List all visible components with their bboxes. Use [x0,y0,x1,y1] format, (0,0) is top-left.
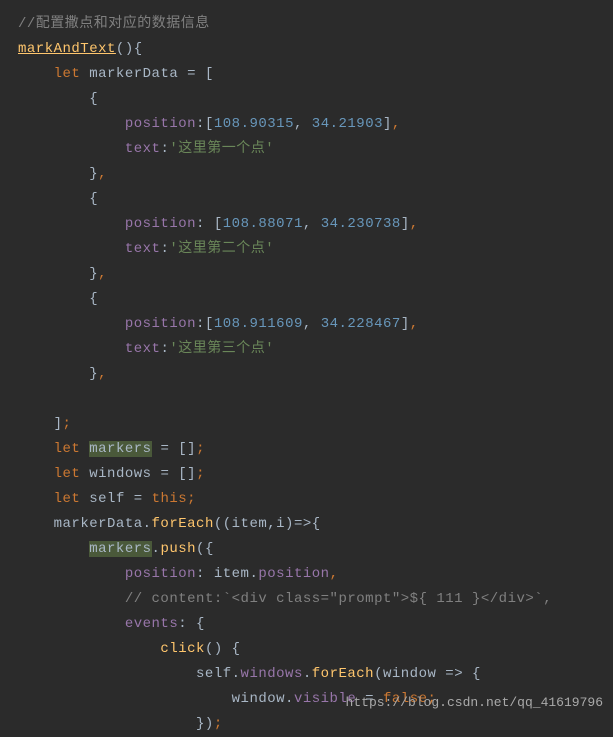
code-line: self.windows.forEach(window => { [0,662,613,687]
comment: //配置撒点和对应的数据信息 [18,16,210,32]
code-line: //配置撒点和对应的数据信息 [0,12,613,37]
code-line: position:[108.90315, 34.21903], [0,112,613,137]
code-line: position: item.position, [0,562,613,587]
code-line: click() { [0,637,613,662]
code-line: { [0,287,613,312]
code-line: { [0,187,613,212]
code-line: }, [0,162,613,187]
code-line: }); [0,712,613,737]
code-line: text:'这里第一个点' [0,137,613,162]
watermark: https://blog.csdn.net/qq_41619796 [346,690,603,715]
code-line: }, [0,362,613,387]
method-name: markAndText [18,41,116,57]
code-line: markAndText(){ [0,37,613,62]
code-line: let markerData = [ [0,62,613,87]
code-line: let windows = []; [0,462,613,487]
code-line: position:[108.911609, 34.228467], [0,312,613,337]
code-line: text:'这里第二个点' [0,237,613,262]
code-line: // content:`<div class="prompt">${ 111 }… [0,587,613,612]
code-line: let markers = []; [0,437,613,462]
code-line: events: { [0,612,613,637]
code-line: position: [108.88071, 34.230738], [0,212,613,237]
code-line: markers.push({ [0,537,613,562]
code-line: }, [0,262,613,287]
code-line [0,387,613,412]
code-line: text:'这里第三个点' [0,337,613,362]
code-line: ]; [0,412,613,437]
code-line: { [0,87,613,112]
code-line: markerData.forEach((item,i)=>{ [0,512,613,537]
code-line: let self = this; [0,487,613,512]
